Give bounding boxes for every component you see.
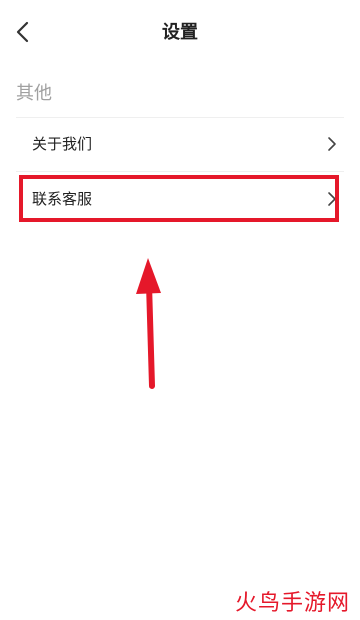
chevron-right-icon: [328, 137, 336, 151]
list-item-about-us[interactable]: 关于我们: [16, 117, 344, 171]
watermark: 火鸟手游网: [234, 591, 350, 616]
section-header-other: 其他: [16, 83, 52, 104]
pointer-arrow-icon: [136, 258, 161, 389]
settings-screen: 设置 其他 关于我们 联系客服 火鸟手游网: [0, 0, 360, 620]
list-item-label: 关于我们: [32, 135, 93, 153]
nav-bar: 设置: [0, 0, 360, 64]
page-title: 设置: [162, 22, 198, 43]
highlight-box: [19, 175, 339, 222]
